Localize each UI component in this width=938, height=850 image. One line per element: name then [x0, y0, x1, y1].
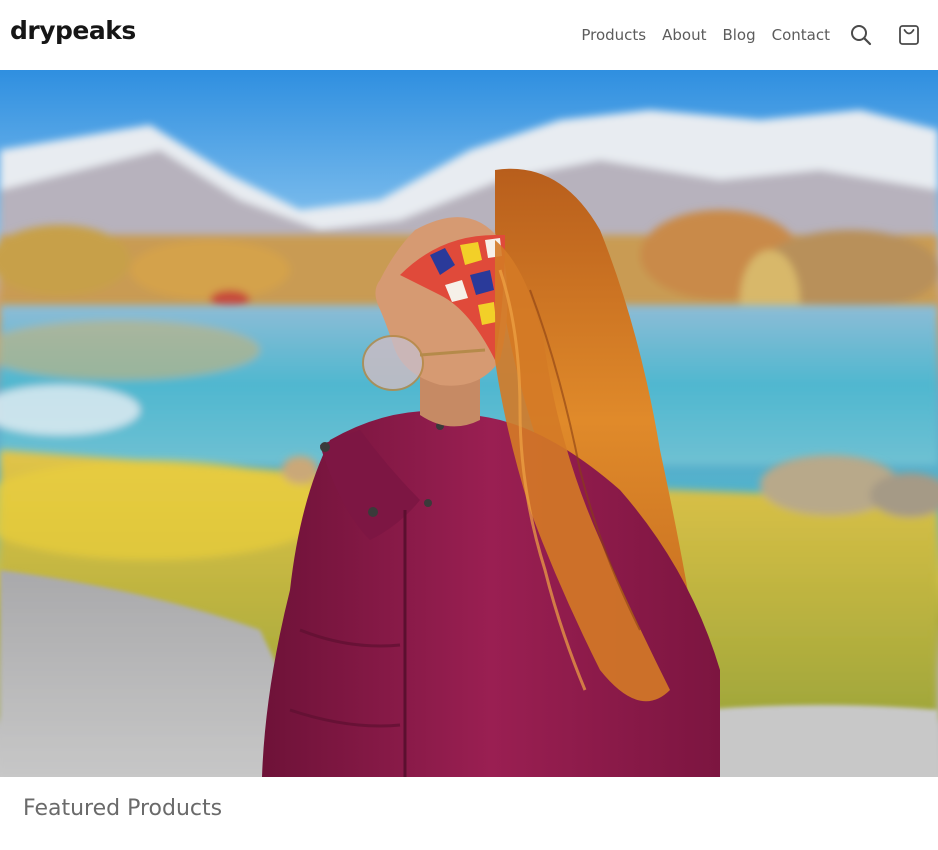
- site-header: drypeaks Products About Blog Contact: [0, 0, 938, 70]
- search-icon: [851, 25, 872, 46]
- nav-blog[interactable]: Blog: [722, 26, 755, 44]
- cart-button[interactable]: [896, 22, 922, 48]
- nav-contact[interactable]: Contact: [772, 26, 830, 44]
- main-nav: Products About Blog Contact: [581, 0, 922, 70]
- search-button[interactable]: [848, 22, 874, 48]
- featured-products-heading: Featured Products: [23, 796, 223, 821]
- hero-image: [0, 70, 938, 777]
- logo[interactable]: drypeaks: [10, 16, 136, 45]
- nav-products[interactable]: Products: [581, 26, 646, 44]
- hero-photo: [0, 70, 938, 777]
- shopping-bag-icon: [899, 25, 919, 45]
- nav-about[interactable]: About: [662, 26, 706, 44]
